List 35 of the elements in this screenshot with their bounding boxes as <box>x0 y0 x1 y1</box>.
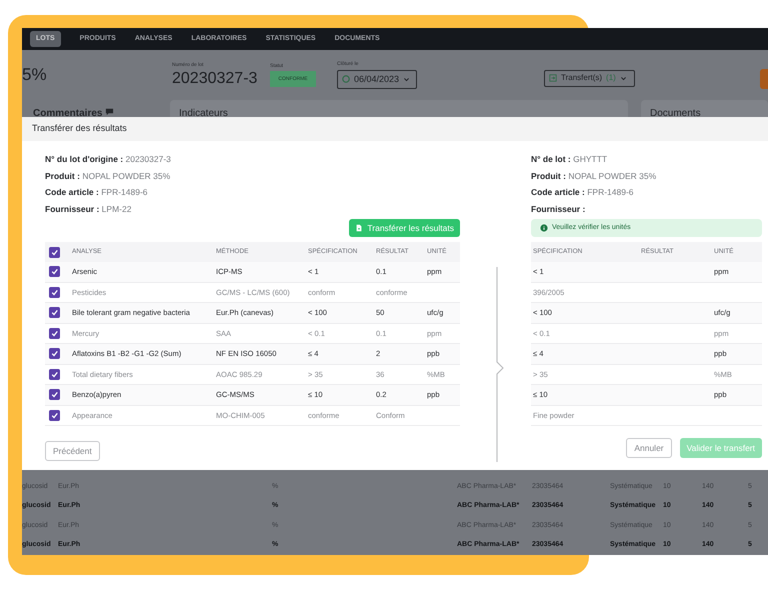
speech-bubble-icon <box>105 107 114 116</box>
info-line: Produit : NOPAL POWDER 35% <box>45 170 172 182</box>
transfers-dropdown[interactable]: Transfert(s) (1) <box>544 70 635 86</box>
file-icon <box>355 224 364 232</box>
info-line: Fournisseur : LPM-22 <box>45 202 132 216</box>
info-line: Fournisseur : <box>531 202 586 216</box>
checkbox[interactable] <box>49 307 60 318</box>
info-line: Code article : FPR-1489-6 <box>531 186 635 199</box>
info-line: Code article : FPR-1489-6 <box>45 186 149 199</box>
lot-number: 20230327-3 <box>172 70 258 88</box>
checkbox[interactable] <box>49 328 60 339</box>
info-line: Produit : NOPAL POWDER 35% <box>531 170 658 182</box>
modal-title: Transférer des résultats <box>32 122 127 136</box>
info-line: N° du lot d'origine : 20230327-3 <box>45 153 172 166</box>
checkbox[interactable] <box>49 286 60 298</box>
date-dropdown[interactable]: 06/04/2023 <box>337 70 417 89</box>
panel-title: Indicateurs <box>179 107 229 121</box>
checkbox[interactable] <box>49 266 60 278</box>
percentage-text: 5% <box>22 64 48 86</box>
transfer-results-button[interactable]: Transférer les résultats <box>349 219 460 237</box>
checkbox[interactable] <box>49 246 60 258</box>
info-icon <box>540 224 548 232</box>
checkbox[interactable] <box>49 368 60 380</box>
chevron-down-icon <box>403 76 410 83</box>
checkbox[interactable] <box>49 410 60 421</box>
cancel-button[interactable]: Annuler <box>626 438 672 458</box>
previous-button[interactable]: Précédent <box>45 441 100 462</box>
panel-title: Documents <box>650 107 702 121</box>
transfer-icon <box>549 74 557 82</box>
calendar-icon <box>342 75 350 84</box>
checkbox[interactable] <box>49 348 60 360</box>
checkbox[interactable] <box>49 389 60 400</box>
chevron-down-icon <box>620 74 627 82</box>
info-line: N° de lot : GHYTTT <box>531 153 608 166</box>
panel-title: Commentaires <box>33 107 102 121</box>
